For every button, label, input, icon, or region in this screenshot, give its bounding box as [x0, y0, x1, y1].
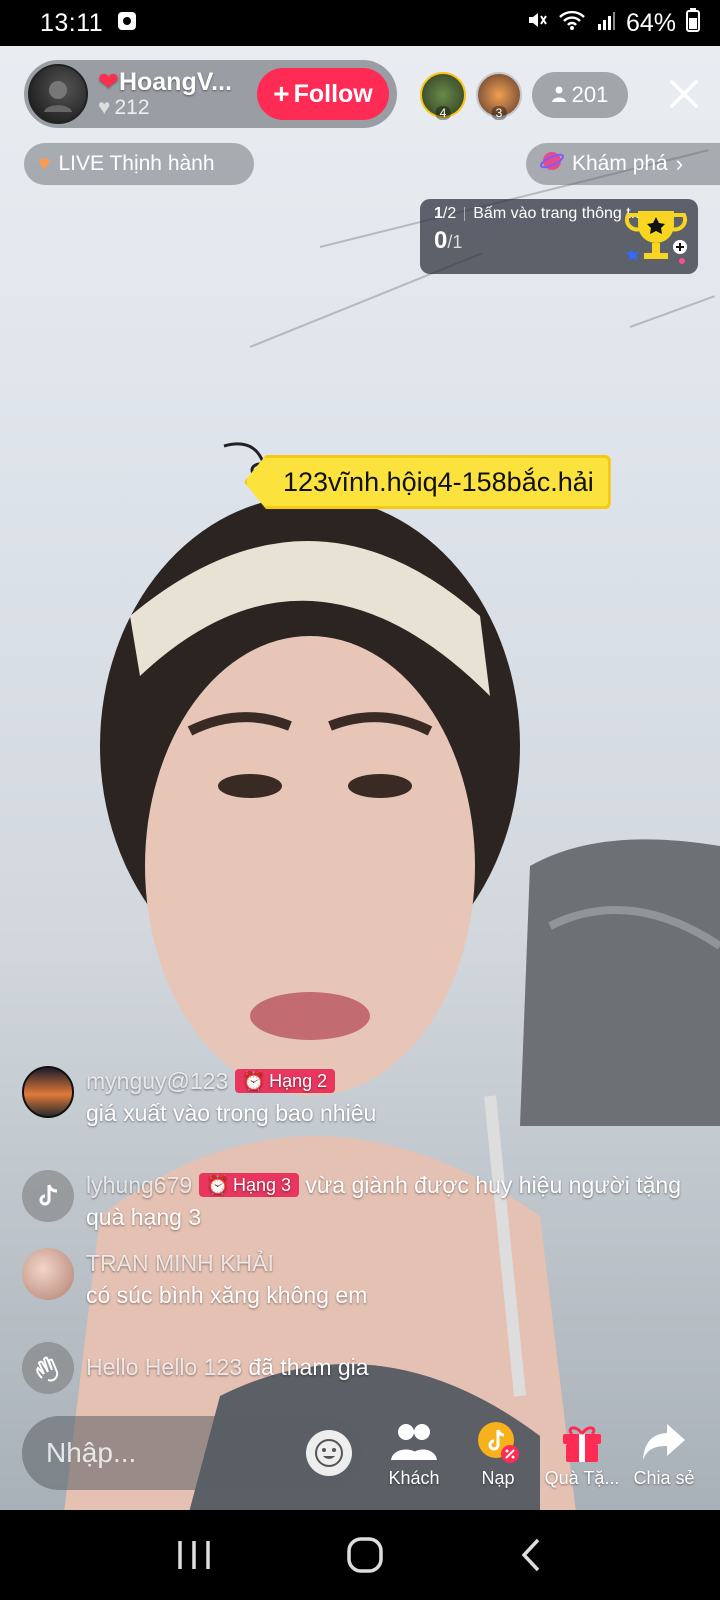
mute-icon: [526, 9, 548, 38]
wave-hand-icon: [36, 1356, 59, 1382]
chat-text: giá xuất vào trong bao nhiêu: [86, 1099, 377, 1126]
tiktok-icon: [39, 1184, 58, 1206]
chat-username[interactable]: TRAN MINH KHẢI: [86, 1248, 367, 1280]
host-avatar[interactable]: [28, 64, 88, 124]
viewer-count[interactable]: 201: [532, 72, 628, 118]
chat-text: đã tham gia: [248, 1354, 369, 1380]
ceiling-line: [629, 295, 715, 328]
emoji-button[interactable]: [306, 1430, 352, 1476]
gift-icon: [563, 1426, 601, 1462]
trophy-icon: [624, 211, 688, 264]
medal-icon: ⏰: [242, 1071, 266, 1091]
topup-button[interactable]: Nạp: [456, 1420, 540, 1489]
live-trending-tag[interactable]: ♥ LIVE Thịnh hành: [24, 143, 254, 185]
explore-tag[interactable]: Khám phá ›: [526, 143, 720, 185]
live-trending-label: LIVE Thịnh hành: [58, 152, 215, 175]
signal-icon: [596, 9, 616, 38]
host-likes: ♥ 212: [98, 96, 232, 119]
chat-message[interactable]: Hello Hello 123 đã tham gia: [22, 1342, 682, 1394]
guests-button[interactable]: Khách: [372, 1420, 456, 1489]
recent-apps-icon[interactable]: [176, 1539, 212, 1571]
chat-message[interactable]: mynguy@123 ⏰ Hạng 2 giá xuất vào trong ba…: [22, 1066, 682, 1129]
task-text: Bấm vào trang thông t...: [473, 205, 645, 222]
medal-icon: ⏰: [206, 1175, 229, 1195]
share-icon: [643, 1424, 685, 1460]
planet-icon: [539, 149, 565, 179]
share-button[interactable]: Chia sẻ: [622, 1420, 706, 1489]
battery-icon: [686, 7, 700, 39]
wifi-icon: [558, 9, 586, 38]
person-icon: [551, 82, 566, 108]
gifts-label: Quà Tặ...: [544, 1468, 620, 1488]
chat-username[interactable]: Hello Hello 123: [86, 1354, 242, 1380]
host-profile-pill[interactable]: ❤HoangV... ♥ 212 + Follow: [24, 60, 397, 128]
topup-label: Nạp: [481, 1468, 515, 1488]
system-nav-bar: [0, 1510, 720, 1600]
comment-placeholder: Nhập...: [46, 1437, 137, 1468]
follow-label: Follow: [293, 79, 373, 108]
follow-button[interactable]: + Follow: [257, 68, 389, 120]
chat-message[interactable]: TRAN MINH KHẢI có súc bình xăng không em: [22, 1248, 682, 1311]
viewer-rank: 3: [491, 106, 507, 120]
close-icon[interactable]: [664, 74, 704, 114]
share-label: Chia sẻ: [633, 1468, 695, 1488]
explore-label: Khám phá: [572, 152, 668, 175]
status-time: 13:11: [40, 8, 104, 37]
home-icon[interactable]: [345, 1535, 385, 1575]
rank-badge: ⏰ Hạng 2: [234, 1069, 336, 1094]
viewer-rank: 4: [435, 106, 451, 120]
chat-username[interactable]: mynguy@123: [86, 1068, 228, 1094]
back-icon[interactable]: [518, 1537, 544, 1573]
pinned-text: 123vĩnh.hộiq4-158bắc.hải: [283, 466, 594, 497]
plus-icon: +: [273, 78, 290, 109]
emoji-icon: [315, 1439, 343, 1467]
heart-icon: ❤: [98, 67, 119, 96]
chat-avatar[interactable]: [22, 1170, 74, 1222]
pinned-tag[interactable]: 123vĩnh.hộiq4-158bắc.hải: [244, 455, 611, 509]
chat-avatar[interactable]: [22, 1066, 74, 1118]
screen-record-icon: [117, 9, 137, 38]
chat-message[interactable]: lyhung679 ⏰ Hạng 3 vừa giành được huy hiệ…: [22, 1170, 682, 1233]
chat-username[interactable]: lyhung679: [86, 1172, 192, 1198]
comment-input[interactable]: Nhập...: [22, 1416, 362, 1490]
chat-text: có súc bình xăng không em: [86, 1281, 368, 1308]
task-card[interactable]: 1/2 Bấm vào trang thông t... 0/1: [420, 199, 698, 274]
chat-avatar[interactable]: [22, 1342, 74, 1394]
chat-avatar[interactable]: [22, 1248, 74, 1300]
top-viewer-avatar[interactable]: 4: [420, 72, 466, 120]
guests-icon: [391, 1424, 437, 1460]
host-name-row: ❤HoangV...: [98, 67, 232, 97]
like-heart-icon: ♥: [98, 96, 111, 120]
coin-icon: [478, 1422, 519, 1463]
chevron-right-icon: ›: [675, 151, 684, 176]
gifts-button[interactable]: Quà Tặ...: [540, 1420, 624, 1489]
task-step: 1/2: [434, 205, 457, 222]
rank-badge: ⏰ Hạng 3: [198, 1173, 300, 1198]
host-name: HoangV...: [118, 67, 232, 96]
heart-badge-icon: ♥: [38, 152, 51, 175]
guests-label: Khách: [388, 1468, 440, 1488]
host-likes-count: 212: [114, 96, 150, 120]
viewer-count-value: 201: [571, 82, 609, 107]
top-viewer-avatar[interactable]: 3: [476, 72, 522, 120]
battery-percent: 64%: [625, 8, 676, 37]
status-bar: 13:11 64%: [0, 0, 720, 46]
